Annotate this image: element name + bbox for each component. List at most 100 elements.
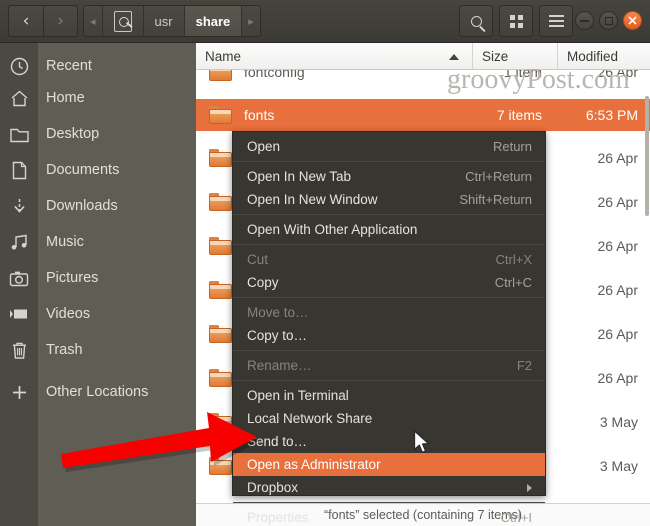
menu-item-label: Cut bbox=[247, 252, 269, 267]
file-size-cell: 7 items bbox=[496, 107, 542, 123]
document-icon bbox=[0, 151, 38, 189]
menu-item-label: Rename… bbox=[247, 358, 312, 373]
menu-item-copy[interactable]: Copy Ctrl+C bbox=[233, 271, 545, 294]
view-grid-icon bbox=[509, 14, 523, 28]
sidebar-item-downloads[interactable]: Downloads bbox=[0, 187, 196, 225]
breadcrumb-scroll-left[interactable]: ◂ bbox=[84, 6, 103, 36]
menu-item-label: Move to… bbox=[247, 305, 309, 320]
sidebar-item-label: Pictures bbox=[46, 270, 99, 286]
folder-icon bbox=[209, 281, 232, 299]
menu-item-label: Properties bbox=[247, 510, 309, 525]
column-header-size[interactable]: Size bbox=[473, 43, 558, 69]
chevron-right-icon bbox=[527, 483, 532, 492]
file-modified-cell: 26 Apr bbox=[597, 194, 638, 210]
menu-separator bbox=[233, 244, 545, 245]
column-header-label: Size bbox=[482, 48, 509, 64]
folder-icon bbox=[209, 193, 232, 211]
file-name-cell: fonts bbox=[196, 106, 473, 124]
file-name-label: fontconfig bbox=[244, 70, 305, 80]
menu-separator bbox=[233, 380, 545, 381]
close-button[interactable] bbox=[623, 11, 642, 30]
menu-item-open-in-new-tab[interactable]: Open In New Tab Ctrl+Return bbox=[233, 165, 545, 188]
scrollbar-thumb[interactable] bbox=[645, 96, 649, 216]
menu-item-label: Open In New Tab bbox=[247, 169, 352, 184]
sidebar-item-label: Other Locations bbox=[46, 384, 149, 400]
hamburger-menu-icon bbox=[548, 15, 564, 27]
sidebar-item-music[interactable]: Music bbox=[0, 223, 196, 261]
menu-item-label: Copy bbox=[247, 275, 279, 290]
menu-item-label: Open With Other Application bbox=[247, 222, 418, 237]
back-button[interactable]: ‹ bbox=[8, 5, 43, 37]
view-options-button[interactable] bbox=[499, 5, 533, 37]
maximize-button[interactable] bbox=[599, 11, 618, 30]
sidebar-item-trash[interactable]: Trash bbox=[0, 331, 196, 369]
mouse-cursor bbox=[413, 430, 430, 454]
file-size-cell: 1 item bbox=[503, 70, 542, 80]
menu-item-open-with-other-application[interactable]: Open With Other Application bbox=[233, 218, 545, 241]
breadcrumb-item-usr[interactable]: usr bbox=[143, 6, 185, 36]
annotation-arrow bbox=[61, 412, 260, 472]
file-modified-cell: 26 Apr bbox=[597, 238, 638, 254]
menu-item-properties[interactable]: Properties Ctrl+I bbox=[233, 506, 545, 526]
menu-item-open-in-terminal[interactable]: Open in Terminal bbox=[233, 384, 545, 407]
maximize-icon bbox=[604, 16, 613, 25]
navigation-button-group: ‹ › bbox=[8, 5, 78, 37]
menu-separator bbox=[233, 214, 545, 215]
video-icon bbox=[0, 295, 38, 333]
menu-item-label: Dropbox bbox=[247, 480, 299, 495]
drive-icon bbox=[113, 10, 132, 32]
menu-item-accel: Return bbox=[492, 139, 532, 154]
sidebar-item-videos[interactable]: Videos bbox=[0, 295, 196, 333]
sidebar-item-documents[interactable]: Documents bbox=[0, 151, 196, 189]
forward-button[interactable]: › bbox=[43, 5, 78, 37]
search-button[interactable] bbox=[459, 5, 493, 37]
file-modified-cell: 26 Apr bbox=[597, 70, 638, 80]
menu-item-accel: Ctrl+X bbox=[495, 252, 532, 267]
breadcrumb-drive-button[interactable] bbox=[102, 6, 144, 36]
table-row-selected[interactable]: fonts 7 items 6:53 PM bbox=[196, 99, 650, 131]
folder-icon bbox=[209, 325, 232, 343]
minimize-icon bbox=[580, 19, 589, 22]
home-icon bbox=[0, 79, 38, 117]
menu-item-accel: Ctrl+C bbox=[494, 275, 532, 290]
minimize-button[interactable] bbox=[575, 11, 594, 30]
menu-item-open-in-new-window[interactable]: Open In New Window Shift+Return bbox=[233, 188, 545, 211]
main-menu-button[interactable] bbox=[539, 5, 573, 37]
search-icon bbox=[470, 15, 482, 27]
folder-icon bbox=[209, 369, 232, 387]
folder-icon bbox=[209, 237, 232, 255]
chevron-left-icon: ‹ bbox=[22, 10, 30, 31]
menu-item-copy-to[interactable]: Copy to… bbox=[233, 324, 545, 347]
trash-icon bbox=[0, 331, 38, 369]
file-modified-cell: 26 Apr bbox=[597, 282, 638, 298]
file-name-cell: fontconfig bbox=[196, 70, 473, 81]
sidebar-item-desktop[interactable]: Desktop bbox=[0, 115, 196, 153]
menu-item-label: Open bbox=[247, 139, 281, 154]
menu-item-cut: Cut Ctrl+X bbox=[233, 248, 545, 271]
sidebar-item-label: Trash bbox=[46, 342, 83, 358]
breadcrumb-item-share[interactable]: share bbox=[184, 6, 243, 36]
breadcrumb-scroll-right[interactable]: ▸ bbox=[242, 6, 260, 36]
menu-separator bbox=[233, 502, 545, 503]
menu-item-open[interactable]: Open Return bbox=[233, 135, 545, 158]
menu-separator bbox=[233, 161, 545, 162]
music-note-icon bbox=[0, 223, 38, 261]
menu-item-rename: Rename… F2 bbox=[233, 354, 545, 377]
menu-item-label: Copy to… bbox=[247, 328, 308, 343]
menu-item-accel: F2 bbox=[516, 358, 532, 373]
column-header-modified[interactable]: Modified bbox=[558, 43, 650, 69]
vertical-scrollbar[interactable] bbox=[645, 70, 650, 503]
column-header-label: Modified bbox=[567, 48, 619, 64]
sidebar-item-pictures[interactable]: Pictures bbox=[0, 259, 196, 297]
sidebar-item-home[interactable]: Home bbox=[0, 79, 196, 117]
file-modified-cell: 3 May bbox=[599, 414, 638, 430]
menu-separator bbox=[233, 350, 545, 351]
header-bar: ‹ › ◂ usr share ▸ bbox=[0, 0, 650, 43]
chevron-right-icon: › bbox=[57, 10, 64, 31]
menu-item-label: Open In New Window bbox=[247, 192, 378, 207]
breadcrumb: ◂ usr share ▸ bbox=[83, 5, 261, 37]
column-header-name[interactable]: Name bbox=[196, 43, 473, 69]
file-modified-cell: 26 Apr bbox=[597, 370, 638, 386]
table-row[interactable]: fontconfig 1 item 26 Apr bbox=[196, 70, 650, 88]
file-modified-cell: 26 Apr bbox=[597, 326, 638, 342]
